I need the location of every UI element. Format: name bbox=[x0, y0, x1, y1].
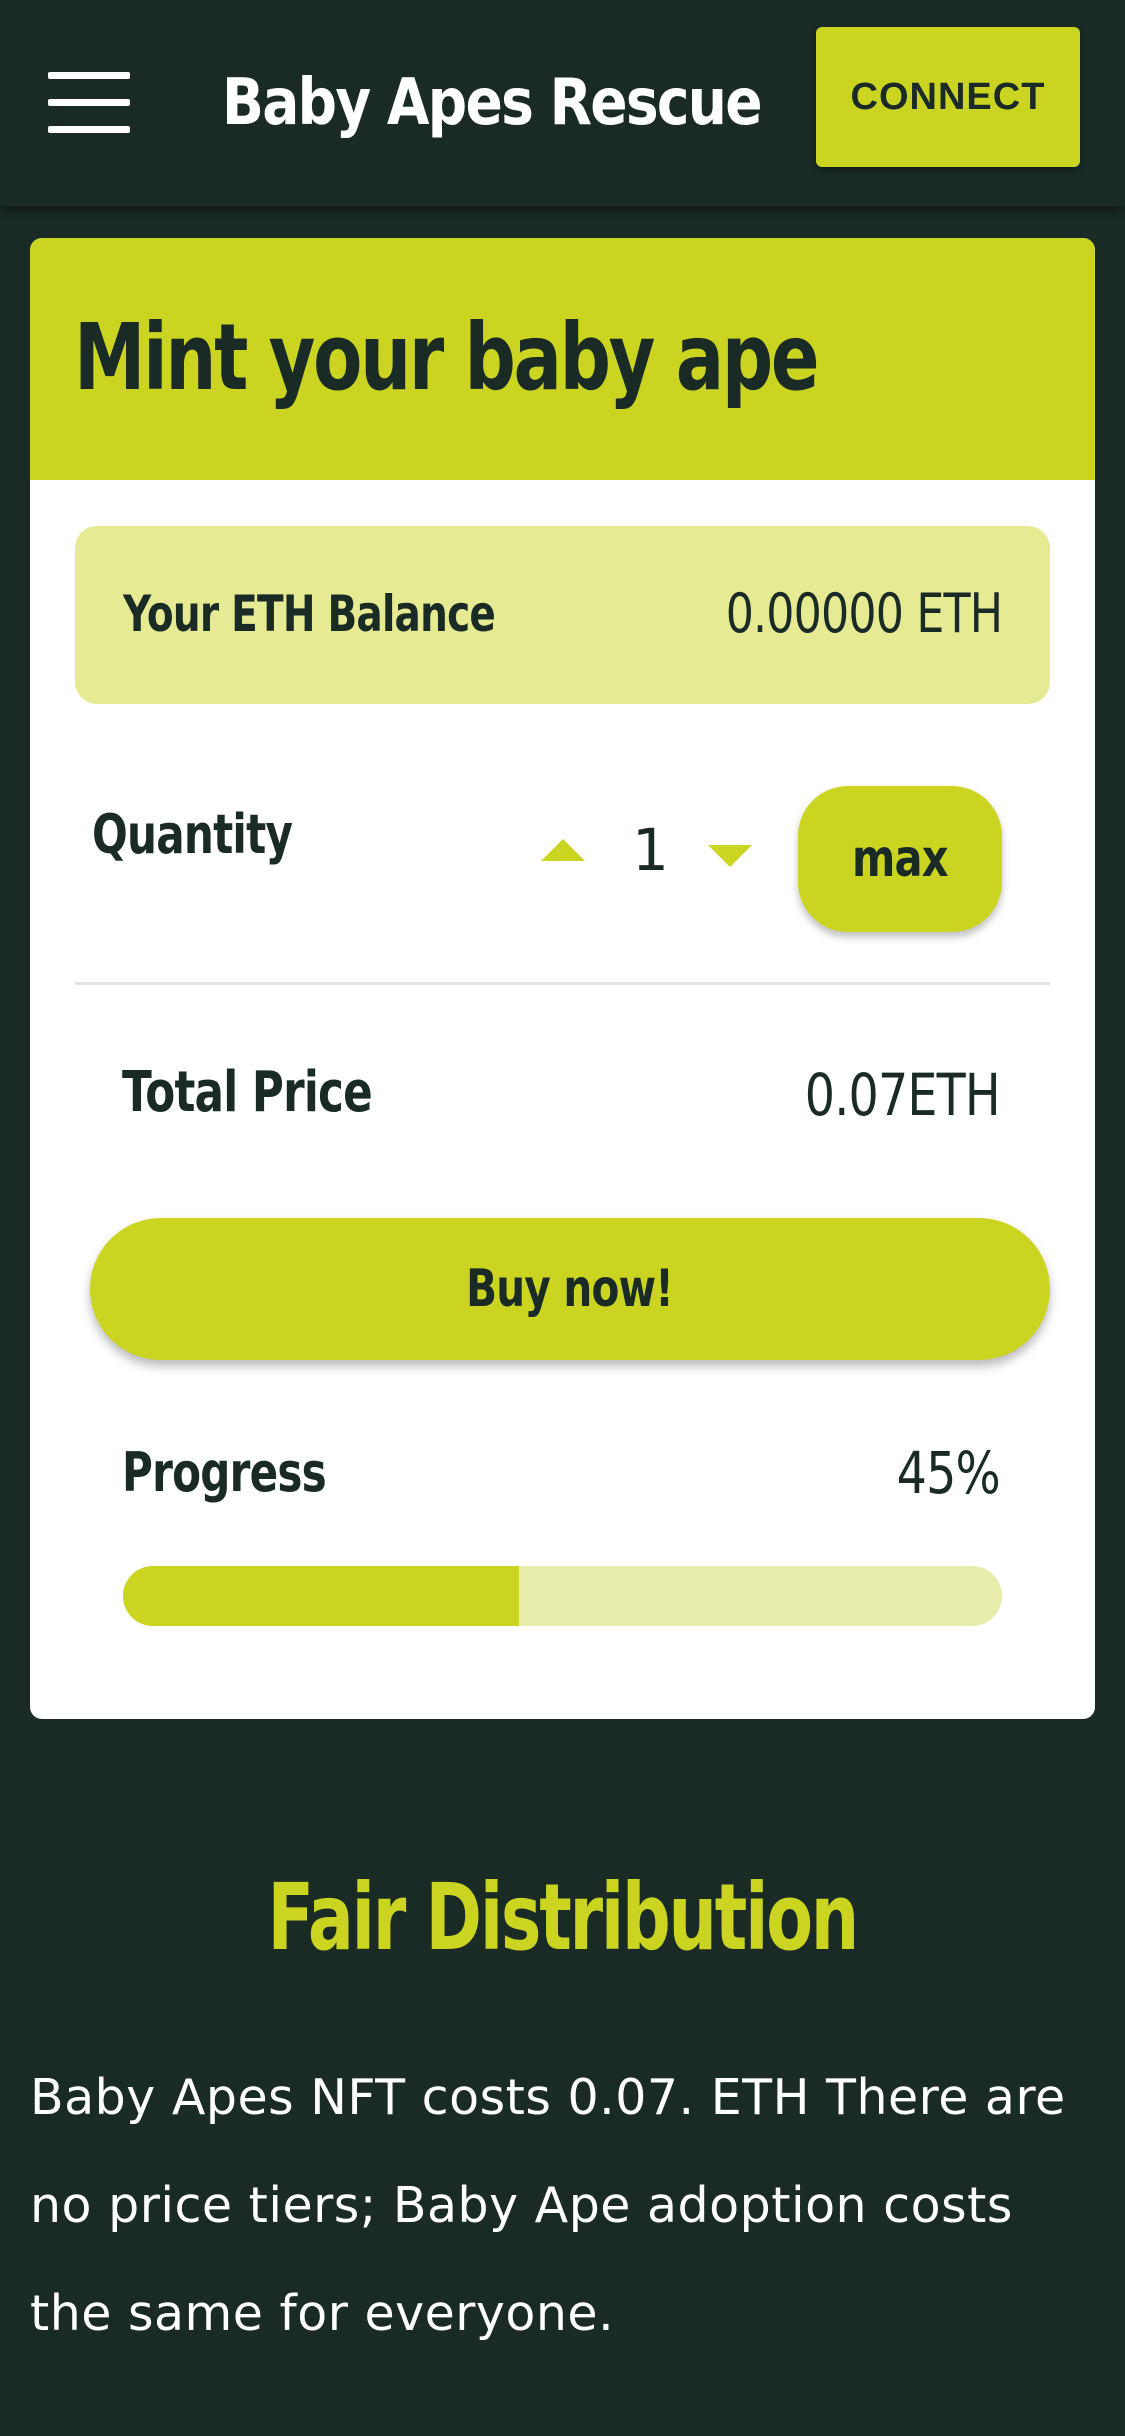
quantity-value: 1 bbox=[632, 816, 669, 884]
menu-bar bbox=[48, 126, 130, 133]
brand-title[interactable]: Baby Apes Rescue bbox=[222, 48, 763, 158]
connect-button[interactable]: CONNECT bbox=[816, 27, 1080, 167]
eth-balance-value: 0.00000 ETH bbox=[725, 582, 1003, 645]
triangle-up-icon[interactable] bbox=[541, 839, 585, 861]
buy-now-button[interactable]: Buy now! bbox=[90, 1218, 1050, 1360]
total-price-label: Total Price bbox=[122, 1060, 373, 1125]
mint-card-header: Mint your baby ape bbox=[30, 238, 1095, 480]
total-price-value: 0.07ETH bbox=[804, 1061, 1001, 1129]
app-header: Baby Apes Rescue CONNECT bbox=[0, 0, 1125, 206]
eth-balance-box: Your ETH Balance 0.00000 ETH bbox=[75, 526, 1050, 704]
max-quantity-button[interactable]: max bbox=[798, 786, 1002, 932]
progress-percent: 45% bbox=[896, 1439, 1001, 1507]
fair-distribution-text: Baby Apes NFT costs 0.07. ETH There are … bbox=[30, 2069, 1066, 2342]
progress-label: Progress bbox=[122, 1441, 327, 1504]
menu-bar bbox=[48, 99, 130, 106]
divider bbox=[75, 982, 1050, 985]
triangle-down-icon[interactable] bbox=[708, 845, 752, 867]
hamburger-menu-icon[interactable] bbox=[48, 72, 130, 134]
progress-bar bbox=[123, 1566, 1002, 1626]
menu-bar bbox=[48, 72, 130, 79]
quantity-label: Quantity bbox=[92, 803, 293, 866]
progress-bar-fill bbox=[123, 1566, 519, 1626]
fair-distribution-heading: Fair Distribution bbox=[0, 1858, 1125, 1978]
eth-balance-label: Your ETH Balance bbox=[123, 585, 496, 643]
fair-distribution-title: Fair Distribution bbox=[267, 1864, 860, 1971]
buy-now-label: Buy now! bbox=[466, 1259, 675, 1319]
max-button-label: max bbox=[852, 829, 949, 889]
mint-title: Mint your baby ape bbox=[74, 304, 820, 411]
